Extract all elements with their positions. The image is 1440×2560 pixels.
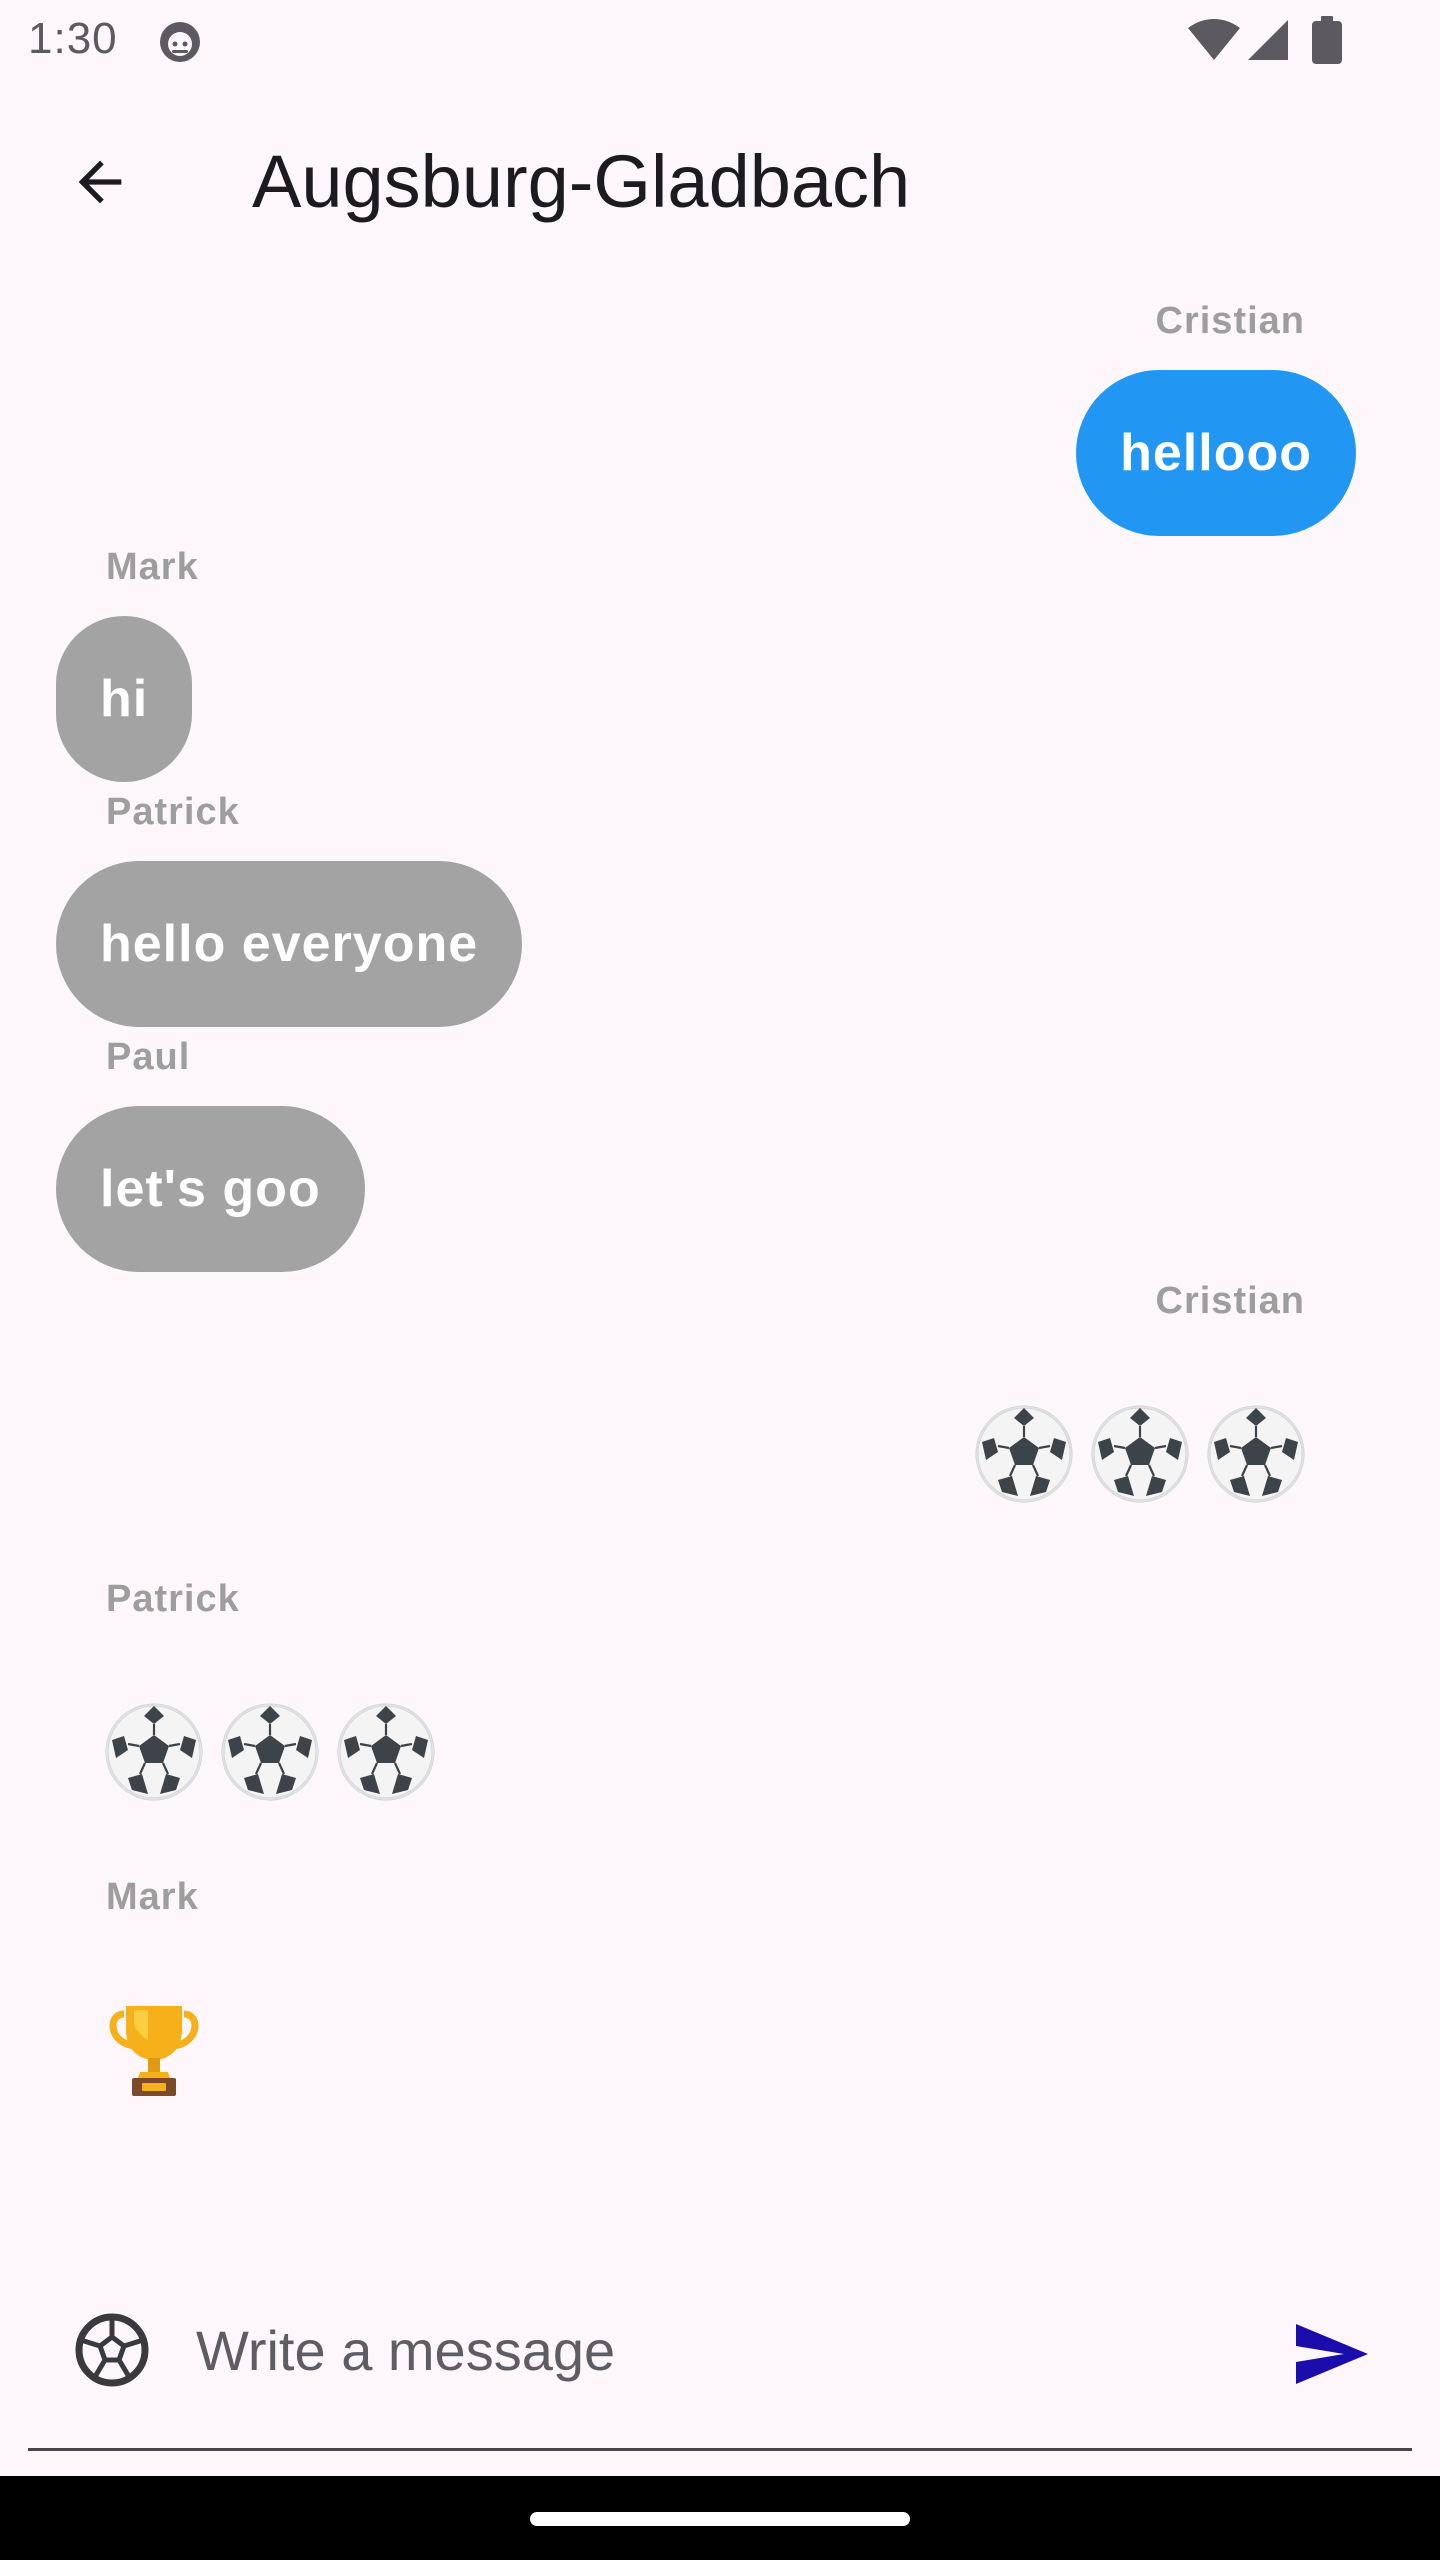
wifi-icon xyxy=(1188,19,1240,60)
app-notification-icon xyxy=(160,22,200,62)
page-title: Augsburg-Gladbach xyxy=(252,140,911,223)
sender-name: Patrick xyxy=(106,1578,240,1620)
emoji-message[interactable] xyxy=(974,1404,1306,1508)
app-bar: Augsburg-Gladbach xyxy=(0,84,1440,274)
system-navigation-bar xyxy=(0,2476,1440,2560)
battery-icon xyxy=(1312,16,1342,64)
send-button[interactable] xyxy=(1280,2302,1384,2406)
soccer-ball-emoji-icon xyxy=(1090,1404,1190,1504)
message-list[interactable]: Cristian hellooo Mark hi Patrick hello e… xyxy=(0,274,1440,2274)
send-icon xyxy=(1296,2324,1368,2384)
status-time: 1:30 xyxy=(28,14,118,63)
home-indicator[interactable] xyxy=(530,2512,910,2526)
soccer-ball-emoji-icon xyxy=(1206,1404,1306,1504)
cellular-signal-icon xyxy=(1248,20,1288,60)
message-bubble[interactable]: hi xyxy=(56,616,193,782)
soccer-ball-emoji-icon xyxy=(974,1404,1074,1504)
status-bar: 1:30 xyxy=(0,0,1440,84)
sender-name: Paul xyxy=(106,1036,191,1078)
sender-name: Mark xyxy=(106,546,199,588)
soccer-ball-emoji-icon xyxy=(220,1702,320,1802)
message-bubble[interactable]: let's goo xyxy=(56,1106,365,1272)
emoji-message[interactable] xyxy=(104,1702,436,1806)
emoji-message[interactable] xyxy=(104,2000,204,2104)
message-composer xyxy=(28,2280,1412,2451)
back-button[interactable] xyxy=(52,134,148,230)
sender-name: Patrick xyxy=(106,791,240,833)
arrow-back-icon xyxy=(78,160,122,204)
message-input[interactable] xyxy=(196,2298,1236,2402)
sender-name: Cristian xyxy=(1155,300,1305,342)
message-bubble[interactable]: hellooo xyxy=(1076,370,1356,536)
soccer-ball-icon[interactable] xyxy=(72,2310,152,2390)
sender-name: Mark xyxy=(106,1876,199,1918)
sender-name: Cristian xyxy=(1155,1280,1305,1322)
soccer-ball-emoji-icon xyxy=(336,1702,436,1802)
soccer-ball-emoji-icon xyxy=(104,1702,204,1802)
message-bubble[interactable]: hello everyone xyxy=(56,861,523,1027)
trophy-emoji-icon xyxy=(104,2000,204,2100)
